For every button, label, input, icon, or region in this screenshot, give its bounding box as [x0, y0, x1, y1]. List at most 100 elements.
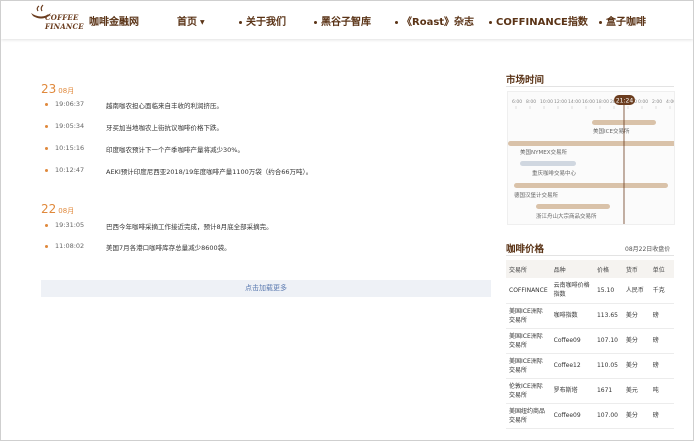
variety-cell: 云南咖啡价格指数: [550, 278, 594, 304]
table-row: 伦敦ICE洲际交易所 罗布斯塔 1671 美元 吨: [506, 378, 674, 404]
news-date-month: 08月: [58, 207, 75, 215]
bullet-icon: [45, 125, 48, 128]
bullet-icon: [45, 147, 48, 150]
column-header: 单位: [649, 260, 674, 278]
variety-cell: 罗布斯塔: [550, 378, 594, 404]
time-tick-label: 8:00: [526, 99, 536, 105]
market-time-chart: 6:008:0010:0012:0014:0016:0018:0020:0022…: [507, 91, 675, 225]
market-time-svg: 6:008:0010:0012:0014:0016:0018:0020:0022…: [508, 95, 675, 224]
nav-home-label: 首页: [177, 17, 197, 28]
price-cell: 15.10: [593, 278, 623, 304]
logo-text: COFFEE FINANCE: [45, 13, 84, 31]
time-tick-label: 16:00: [582, 99, 595, 105]
currency-cell: 美分: [622, 403, 650, 429]
nav-bullet-icon: [395, 20, 398, 24]
chongqing-session-bar: [520, 161, 576, 166]
currency-cell: 美分: [622, 303, 650, 329]
currency-cell: 人民币: [622, 278, 650, 304]
nav-home[interactable]: 首页 ▼: [177, 13, 205, 28]
bullet-icon: [45, 169, 48, 172]
top-navigation-bar: COFFEE FINANCE 咖啡金融网 首页 ▼ 关于我们 黑谷子智库 《Roa…: [1, 1, 693, 39]
currency-cell: 美分: [622, 328, 650, 354]
time-tick-label: 0:00: [638, 99, 648, 105]
unit-cell: 磅: [649, 403, 674, 429]
nav-think-tank[interactable]: 黑谷子智库: [314, 13, 371, 28]
table-row: COFFINANCE 云南咖啡价格指数 15.10 人民币 千克: [506, 278, 674, 304]
news-title[interactable]: 巴西今年咖啡采摘工作接近完成，预计8月底全部采摘完。: [106, 221, 273, 231]
nav-roast-magazine-label: 《Roast》杂志: [402, 17, 475, 28]
nav-roast-magazine[interactable]: 《Roast》杂志: [395, 13, 474, 28]
news-item[interactable]: 10:15:16 印度咖农预计下一个产季咖啡产量将减少30%。: [41, 142, 471, 158]
nav-coffinance-index[interactable]: COFFINANCE指数: [489, 13, 588, 28]
exchange-cell: 美国纽约商品交易所: [506, 403, 551, 429]
column-header: 货币: [622, 260, 650, 278]
column-header: 价格: [593, 260, 623, 278]
nav-think-tank-label: 黑谷子智库: [321, 17, 371, 28]
news-item[interactable]: 10:12:47 AEKI预计印度尼西亚2018/19年度咖啡产量1100万袋（…: [41, 164, 471, 180]
currency-cell: 美分: [622, 353, 650, 379]
nymex-session-bar: [508, 141, 674, 146]
exchange-cell: 美国ICE洲际交易所: [506, 353, 551, 379]
news-date-month: 08月: [58, 87, 75, 95]
news-item[interactable]: 19:31:05 巴西今年咖啡采摘工作接近完成，预计8月底全部采摘完。: [41, 219, 471, 235]
news-title[interactable]: 牙买加当地咖农上街抗议咖啡价格下跌。: [106, 122, 223, 132]
nav-box-coffee[interactable]: 盒子咖啡: [599, 13, 646, 28]
bullet-icon: [45, 224, 48, 227]
table-row: 美国纽约商品交易所 Coffee09 107.00 美分 磅: [506, 403, 674, 429]
news-title[interactable]: AEKI预计印度尼西亚2018/19年度咖啡产量1100万袋（约合66万吨）。: [106, 166, 312, 176]
price-date: 08月22日收盘价: [625, 246, 671, 253]
news-title[interactable]: 美国7月各港口咖啡库存总量减少8600袋。: [106, 242, 231, 252]
chevron-down-icon: ▼: [200, 18, 205, 26]
table-row: 美国ICE洲际交易所 Coffee12 110.05 美分 磅: [506, 353, 674, 379]
news-title[interactable]: 印度咖农预计下一个产季咖啡产量将减少30%。: [106, 144, 244, 154]
exchange-cell: 伦敦ICE洲际交易所: [506, 378, 551, 404]
unit-cell: 磅: [649, 328, 674, 354]
nav-coffinance-index-label: COFFINANCE指数: [496, 17, 588, 28]
news-time: 11:08:02: [55, 242, 85, 250]
exchange-cell: 美国ICE洲际交易所: [506, 303, 551, 329]
news-time: 10:12:47: [55, 166, 85, 174]
site-name[interactable]: 咖啡金融网: [89, 13, 139, 28]
table-row: 美国ICE洲际交易所 Coffee09 107.10 美分 磅: [506, 328, 674, 354]
price-cell: 1671: [593, 378, 623, 404]
news-time: 19:05:34: [55, 122, 85, 130]
page: COFFEE FINANCE 咖啡金融网 首页 ▼ 关于我们 黑谷子智库 《Roa…: [0, 0, 694, 441]
unit-cell: 磅: [649, 303, 674, 329]
market-time-title: 市场时间: [506, 75, 545, 86]
nav-about-us-label: 关于我们: [246, 17, 286, 28]
exchange-cell: 美国ICE洲际交易所: [506, 328, 551, 354]
coffee-finance-logo[interactable]: COFFEE FINANCE: [29, 4, 84, 34]
unit-cell: 磅: [649, 353, 674, 379]
exchange-label: 浙江舟山大宗商品交易所: [536, 212, 597, 220]
nav-box-coffee-label: 盒子咖啡: [606, 17, 646, 28]
news-time: 19:31:05: [55, 221, 85, 229]
time-tick-label: 12:00: [554, 99, 567, 105]
divider: [506, 255, 674, 256]
news-item[interactable]: 19:05:34 牙买加当地咖农上街抗议咖啡价格下跌。: [41, 120, 471, 136]
divider: [506, 86, 674, 87]
price-cell: 107.00: [593, 403, 623, 429]
current-time-label: 21:24: [616, 98, 633, 105]
price-cell: 107.10: [593, 328, 623, 354]
time-tick-label: 4:00: [666, 99, 675, 105]
news-item[interactable]: 11:08:02 美国7月各港口咖啡库存总量减少8600袋。: [41, 240, 471, 256]
time-tick-label: 18:00: [596, 99, 609, 105]
column-header: 品种: [550, 260, 594, 278]
news-date-day: 22: [41, 202, 57, 216]
nav-bullet-icon: [489, 20, 492, 24]
column-header: 交易所: [506, 260, 551, 278]
table-header-row: 交易所 品种 价格 货币 单位: [506, 260, 674, 278]
exchange-label: 美国NYMEX交易所: [520, 148, 567, 156]
table-row: 美国ICE洲际交易所 咖啡指数 113.65 美分 磅: [506, 303, 674, 329]
nav-about-us[interactable]: 关于我们: [239, 13, 286, 28]
bullet-icon: [45, 103, 48, 106]
time-tick-label: 14:00: [568, 99, 581, 105]
coffee-price-table: 交易所 品种 价格 货币 单位 COFFINANCE 云南咖啡价格指数 15.1…: [506, 260, 674, 429]
news-item[interactable]: 19:06:37 越南咖农担心面临来自丰收的利润挤压。: [41, 98, 471, 114]
news-date-heading: 22 08月: [41, 202, 74, 216]
nav-bullet-icon: [314, 20, 317, 24]
variety-cell: Coffee09: [550, 328, 594, 354]
news-date-heading: 23 08月: [41, 82, 74, 96]
load-more-button[interactable]: 点击加载更多: [41, 280, 491, 297]
news-title[interactable]: 越南咖农担心面临来自丰收的利润挤压。: [106, 100, 223, 110]
